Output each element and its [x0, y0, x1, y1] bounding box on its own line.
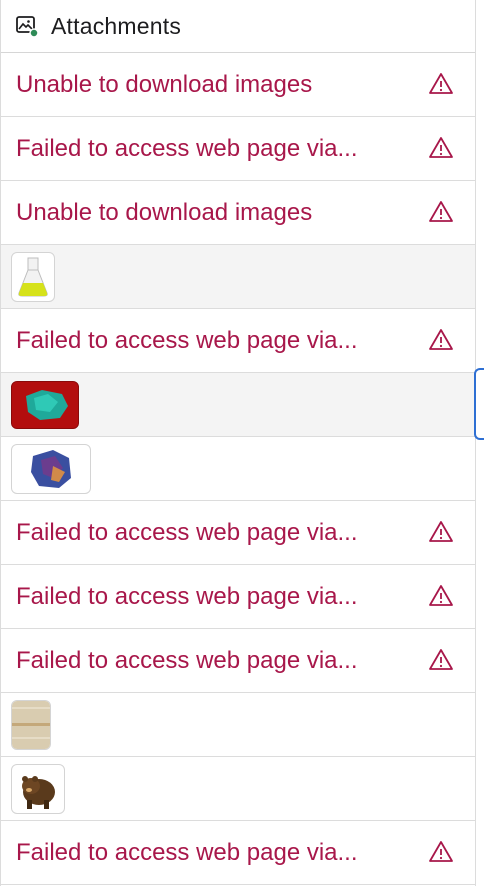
warning-icon	[429, 329, 453, 350]
column-header[interactable]: Attachments	[1, 0, 475, 53]
fabric-swatch-thumbnail[interactable]	[11, 699, 51, 750]
attachment-row[interactable]: Failed to access web page via...	[1, 565, 475, 629]
attachment-row[interactable]	[1, 693, 475, 757]
attachment-row[interactable]: Failed to access web page via...	[1, 309, 475, 373]
error-message: Failed to access web page via...	[16, 582, 358, 610]
attachment-row[interactable]: Unable to download images	[1, 53, 475, 117]
attachment-row[interactable]: Failed to access web page via...	[1, 117, 475, 181]
error-message: Failed to access web page via...	[16, 134, 358, 162]
attachments-column: Attachments Unable to download images Fa…	[0, 0, 476, 886]
warning-icon	[429, 649, 453, 670]
error-message: Failed to access web page via...	[16, 646, 358, 674]
green-mineral-thumbnail[interactable]	[11, 380, 79, 429]
blue-mineral-thumbnail[interactable]	[11, 443, 91, 494]
attachment-row[interactable]: Failed to access web page via...	[1, 629, 475, 693]
flask-thumbnail[interactable]	[11, 251, 55, 302]
error-message: Failed to access web page via...	[16, 518, 358, 546]
image-attachment-icon	[15, 14, 41, 38]
attachment-row[interactable]	[1, 437, 475, 501]
attachment-row[interactable]: Failed to access web page via...	[1, 821, 475, 885]
column-title: Attachments	[51, 12, 182, 39]
warning-icon	[429, 137, 453, 158]
warning-icon	[429, 521, 453, 542]
warning-icon	[429, 201, 453, 222]
selected-cell-indicator[interactable]	[474, 368, 484, 440]
error-message: Unable to download images	[16, 198, 313, 226]
bear-thumbnail[interactable]	[11, 763, 65, 814]
error-message: Failed to access web page via...	[16, 838, 358, 866]
attachment-row[interactable]: Failed to access web page via...	[1, 501, 475, 565]
warning-icon	[429, 841, 453, 862]
warning-icon	[429, 73, 453, 94]
attachment-row[interactable]	[1, 245, 475, 309]
attachment-row[interactable]	[1, 373, 475, 437]
error-message: Failed to access web page via...	[16, 326, 358, 354]
attachment-row[interactable]: Unable to download images	[1, 181, 475, 245]
error-message: Unable to download images	[16, 70, 313, 98]
warning-icon	[429, 585, 453, 606]
attachment-row[interactable]	[1, 757, 475, 821]
